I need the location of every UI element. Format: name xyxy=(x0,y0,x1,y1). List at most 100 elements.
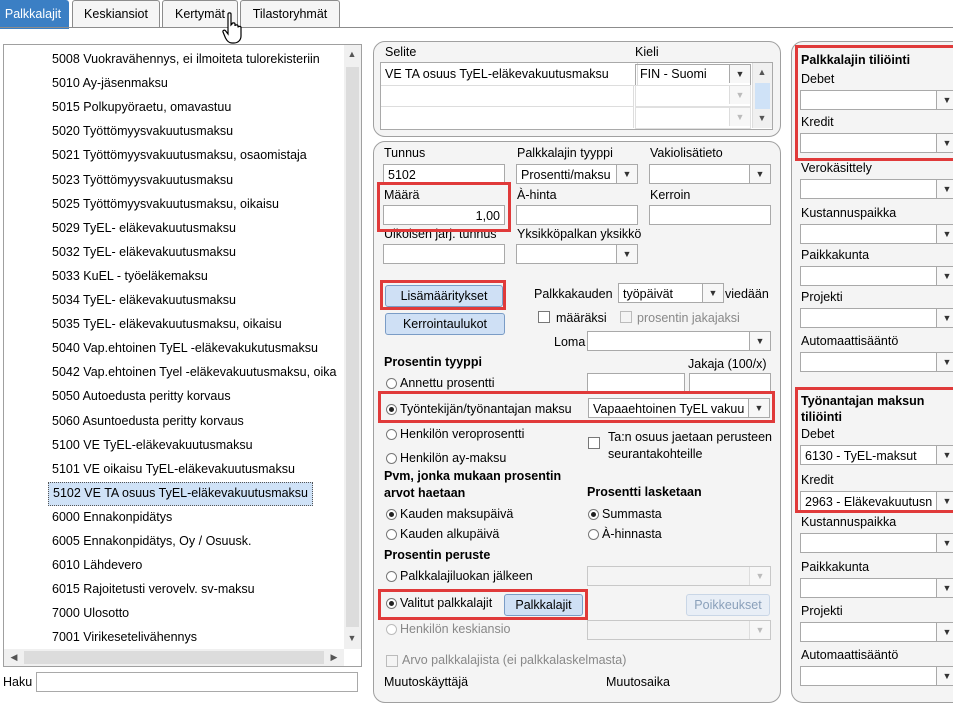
chevron-down-icon[interactable]: ▼ xyxy=(936,225,953,243)
kauden-maksupaiva-radio[interactable] xyxy=(386,509,397,520)
list-item[interactable]: 5042 Vap.ehtoinen Tyel -eläkevakuutusmak… xyxy=(52,361,336,383)
projekti2-select[interactable]: ▼ xyxy=(800,622,953,642)
list-item[interactable]: 5035 TyEL- eläkevakuutusmaksu, oikaisu xyxy=(52,313,282,335)
list-item[interactable]: 5100 VE TyEL-eläkevakuutusmaksu xyxy=(52,434,253,456)
scroll-down-icon[interactable]: ▼ xyxy=(754,113,770,123)
kerroin-input[interactable] xyxy=(649,205,771,225)
loma-select[interactable]: ▼ xyxy=(587,331,771,351)
verokasittely-select[interactable]: ▼ xyxy=(800,179,953,199)
scroll-right-icon[interactable]: ▶ xyxy=(326,652,342,663)
ahinnasta-radio[interactable] xyxy=(588,529,599,540)
list-item[interactable]: 5102 VE TA osuus TyEL-eläkevakuutusmaksu xyxy=(48,481,314,506)
list-item[interactable]: 5029 TyEL- eläkevakuutusmaksu xyxy=(52,217,236,239)
list-item[interactable]: 5050 Autoedusta peritty korvaus xyxy=(52,385,231,407)
valitut-radio[interactable] xyxy=(386,598,397,609)
prosentti-input[interactable] xyxy=(587,373,685,393)
scroll-thumb[interactable] xyxy=(755,83,770,109)
chevron-down-icon[interactable]: ▼ xyxy=(702,284,723,302)
chevron-down-icon[interactable]: ▼ xyxy=(936,91,953,109)
chevron-down-icon[interactable]: ▼ xyxy=(616,245,637,263)
paikkakunta-select[interactable]: ▼ xyxy=(800,266,953,286)
kerrointaulukot-button[interactable]: Kerrointaulukot xyxy=(385,313,505,335)
tyyppi-select[interactable]: Prosentti/maksu ▼ xyxy=(516,164,638,184)
list-item[interactable]: 6000 Ennakonpidätys xyxy=(52,506,172,528)
vakio-select[interactable]: ▼ xyxy=(649,164,771,184)
palkkakauden-select[interactable]: työpäivät ▼ xyxy=(618,283,724,303)
list-item[interactable]: 6010 Lähdevero xyxy=(52,554,142,576)
hscroll-thumb[interactable] xyxy=(24,651,324,664)
kieli-select-3[interactable]: ▼ xyxy=(635,107,751,129)
selite-scrollbar[interactable]: ▲ ▼ xyxy=(752,63,772,128)
maaraksi-checkbox[interactable] xyxy=(538,311,550,323)
palkkalajit-button[interactable]: Palkkalajit xyxy=(504,594,583,616)
kredit2-select[interactable]: 2963 - Eläkevakuutusn ▼ xyxy=(800,491,953,511)
list-item[interactable]: 5032 TyEL- eläkevakuutusmaksu xyxy=(52,241,236,263)
keskiansio-radio[interactable] xyxy=(386,624,397,635)
list-item[interactable]: 5033 KuEL - työeläkemaksu xyxy=(52,265,208,287)
jakaja-input[interactable] xyxy=(689,373,771,393)
paikkakunta2-select[interactable]: ▼ xyxy=(800,578,953,598)
vertical-scrollbar[interactable]: ▲ ▼ xyxy=(344,45,361,649)
list-item[interactable]: 5008 Vuokravähennys, ei ilmoiteta tulore… xyxy=(52,48,320,70)
chevron-down-icon[interactable]: ▼ xyxy=(936,534,953,552)
chevron-down-icon[interactable]: ▼ xyxy=(936,579,953,597)
kieli-select-2[interactable]: ▼ xyxy=(635,85,751,107)
search-input[interactable] xyxy=(36,672,358,692)
list-item[interactable]: 5040 Vap.ehtoinen TyEL -eläkevakukutusma… xyxy=(52,337,318,359)
list-item[interactable]: 5060 Asuntoedusta peritty korvaus xyxy=(52,410,244,432)
list-item[interactable]: 7001 Virikesetelivähennys xyxy=(52,626,197,648)
ulkoinen-input[interactable] xyxy=(383,244,505,264)
selite-grid[interactable]: VE TA osuus TyEL-eläkevakuutusmaksu FIN … xyxy=(380,62,773,130)
summasta-radio[interactable] xyxy=(588,509,599,520)
list-item[interactable]: 5021 Työttömyysvakuutusmaksu, osaomistaj… xyxy=(52,144,307,166)
horizontal-scrollbar[interactable]: ◀ ▶ xyxy=(4,649,344,666)
chevron-down-icon[interactable]: ▼ xyxy=(936,309,953,327)
debet2-select[interactable]: 6130 - TyEL-maksut ▼ xyxy=(800,445,953,465)
chevron-down-icon[interactable]: ▼ xyxy=(936,446,953,464)
scroll-thumb[interactable] xyxy=(346,67,359,627)
list-item[interactable]: 5020 Työttömyysvakuutusmaksu xyxy=(52,120,233,142)
list-item[interactable]: 5034 TyEL- eläkevakuutusmaksu xyxy=(52,289,236,311)
tab-palkkalajit[interactable]: Palkkalajit xyxy=(0,0,69,29)
automaattisaanto2-select[interactable]: ▼ xyxy=(800,666,953,686)
projekti-select[interactable]: ▼ xyxy=(800,308,953,328)
scroll-up-icon[interactable]: ▲ xyxy=(344,49,360,59)
chevron-down-icon[interactable]: ▼ xyxy=(936,667,953,685)
list-item[interactable]: 5025 Työttömyysvakuutusmaksu, oikaisu xyxy=(52,193,279,215)
tab-keskiansiot[interactable]: Keskiansiot xyxy=(72,0,160,27)
list-item[interactable]: 5015 Polkupyöraetu, omavastuu xyxy=(52,96,231,118)
keskiansio-select[interactable]: ▼ xyxy=(587,620,771,640)
kustannuspaikka-select[interactable]: ▼ xyxy=(800,224,953,244)
poikkeukset-button[interactable]: Poikkeukset xyxy=(686,594,770,616)
list-item[interactable]: 6005 Ennakonpidätys, Oy / Osuusk. xyxy=(52,530,251,552)
list-item[interactable]: 6015 Rajoitetusti verovelv. sv-maksu xyxy=(52,578,255,600)
kieli-select[interactable]: FIN - Suomi ▼ xyxy=(635,64,751,86)
palkkalajiluokka-select[interactable]: ▼ xyxy=(587,566,771,586)
palkkalaji-list[interactable]: 5008 Vuokravähennys, ei ilmoiteta tulore… xyxy=(3,44,362,667)
list-item[interactable]: 5010 Ay-jäsenmaksu xyxy=(52,72,168,94)
annettu-radio[interactable] xyxy=(386,378,397,389)
ta-osuus-checkbox[interactable] xyxy=(588,437,600,449)
yksikko-select[interactable]: ▼ xyxy=(516,244,638,264)
palkkalajiluokan-radio[interactable] xyxy=(386,571,397,582)
kauden-alkupaiva-radio[interactable] xyxy=(386,529,397,540)
tab-tilastoryhmat[interactable]: Tilastoryhmät xyxy=(240,0,340,27)
selite-input-2[interactable] xyxy=(381,85,634,107)
chevron-down-icon[interactable]: ▼ xyxy=(729,65,750,83)
selite-input-3[interactable] xyxy=(381,107,634,128)
chevron-down-icon[interactable]: ▼ xyxy=(936,134,953,152)
tyontekijan-select[interactable]: Vapaaehtoinen TyEL vakuu ▼ xyxy=(588,398,770,418)
list-item[interactable]: 5023 Työttömyysvakuutusmaksu xyxy=(52,169,233,191)
kustannuspaikka2-select[interactable]: ▼ xyxy=(800,533,953,553)
ay-maksu-radio[interactable] xyxy=(386,453,397,464)
chevron-down-icon[interactable]: ▼ xyxy=(936,267,953,285)
debet-select[interactable]: ▼ xyxy=(800,90,953,110)
scroll-down-icon[interactable]: ▼ xyxy=(344,633,360,643)
arvo-checkbox[interactable] xyxy=(386,655,398,667)
chevron-down-icon[interactable]: ▼ xyxy=(936,623,953,641)
prosentin-jakajaksi-checkbox[interactable] xyxy=(620,311,632,323)
chevron-down-icon[interactable]: ▼ xyxy=(936,180,953,198)
tyontekijan-radio[interactable] xyxy=(386,404,397,415)
automaattisaanto-select[interactable]: ▼ xyxy=(800,352,953,372)
scroll-up-icon[interactable]: ▲ xyxy=(754,67,770,77)
